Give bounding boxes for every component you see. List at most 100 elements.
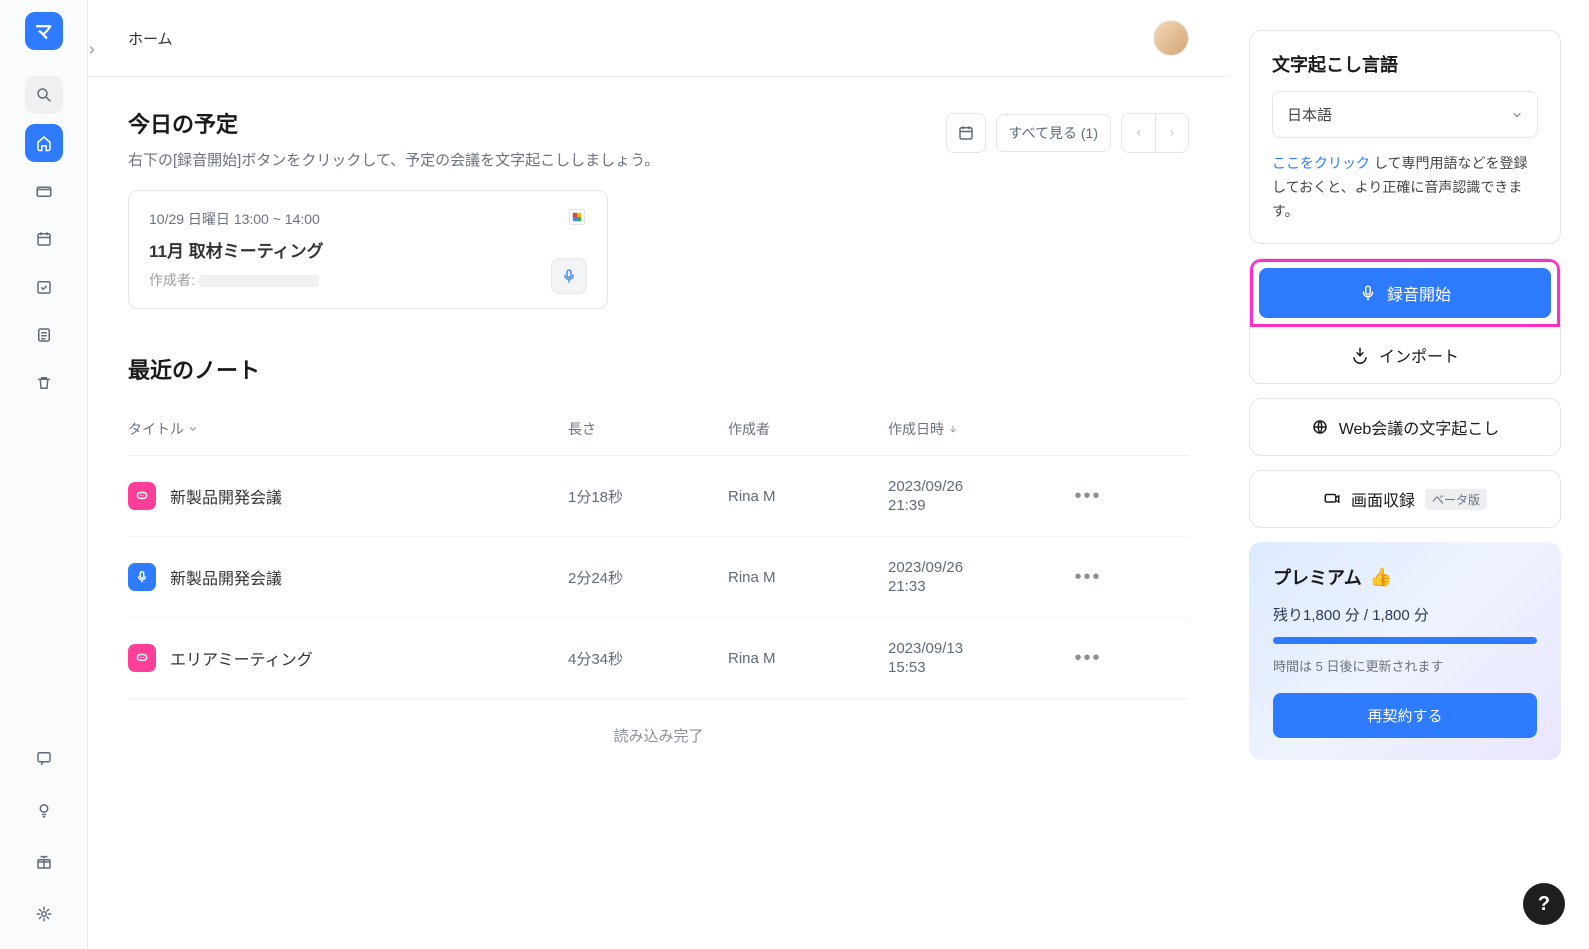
calendar-icon xyxy=(35,230,53,248)
today-subtitle: 右下の[録音開始]ボタンをクリックして、予定の会議を文字起こししましょう。 xyxy=(128,149,659,170)
note-length: 2分24秒 xyxy=(568,567,728,588)
language-select[interactable]: 日本語 xyxy=(1272,91,1538,138)
nav-gift[interactable] xyxy=(25,843,63,881)
language-selected: 日本語 xyxy=(1287,104,1332,125)
note-type-icon xyxy=(128,563,156,591)
home-icon xyxy=(35,134,53,152)
lang-panel: 文字起こし言語 日本語 ここをクリック して専門用語などを登録しておくと、より正… xyxy=(1249,30,1561,244)
sidebar: マ xyxy=(0,0,88,949)
col-length-header: 長さ xyxy=(568,419,728,439)
event-creator-value xyxy=(199,275,319,287)
note-time: 15:53 xyxy=(888,659,926,676)
web-meeting-card: Web会議の文字起こし xyxy=(1249,398,1561,456)
col-title-header[interactable]: タイトル xyxy=(128,419,568,439)
lang-panel-title: 文字起こし言語 xyxy=(1272,51,1538,77)
note-date: 2023/09/26 xyxy=(888,478,963,495)
chat-icon xyxy=(135,489,149,503)
premium-title: プレミアム 👍 xyxy=(1273,564,1537,590)
event-card[interactable]: 10/29 日曜日 13:00 ~ 14:00 11月 取材ミーティング 作成者… xyxy=(128,190,608,309)
event-record-button[interactable] xyxy=(551,258,587,294)
screen-capture-card: 画面収録 ベータ版 xyxy=(1249,470,1561,528)
web-meeting-icon xyxy=(1311,418,1329,436)
note-type-icon xyxy=(128,644,156,672)
nav-home[interactable] xyxy=(25,124,63,162)
note-author: Rina M xyxy=(728,488,888,505)
mic-icon xyxy=(1359,284,1377,302)
header: ホーム xyxy=(88,0,1229,77)
note-date: 2023/09/13 xyxy=(888,640,963,657)
table-row[interactable]: 新製品開発会議2分24秒Rina M2023/09/2621:33••• xyxy=(128,537,1189,618)
lang-hint-link[interactable]: ここをクリック xyxy=(1272,155,1370,171)
trash-icon xyxy=(35,374,53,392)
chevron-left-icon xyxy=(1134,128,1143,138)
col-created-header[interactable]: 作成日時 xyxy=(888,419,1068,439)
page-title: ホーム xyxy=(128,28,173,49)
nav-feedback[interactable] xyxy=(25,739,63,777)
import-button[interactable]: インポート xyxy=(1250,327,1560,383)
beta-badge: ベータ版 xyxy=(1425,489,1487,510)
col-author-header: 作成者 xyxy=(728,419,888,439)
note-author: Rina M xyxy=(728,569,888,586)
avatar[interactable] xyxy=(1153,20,1189,56)
chevron-right-icon xyxy=(1168,128,1176,138)
load-done-text: 読み込み完了 xyxy=(128,699,1189,772)
recent-title: 最近のノート xyxy=(128,353,1189,385)
row-menu-button[interactable]: ••• xyxy=(1068,485,1108,508)
chevron-down-icon xyxy=(1511,109,1523,121)
table-header: タイトル 長さ 作成者 作成日時 xyxy=(128,403,1189,456)
gear-icon xyxy=(35,905,53,923)
see-all-button[interactable]: すべて見る (1) xyxy=(996,114,1111,152)
record-button[interactable]: 録音開始 xyxy=(1259,268,1551,318)
nav-folder[interactable] xyxy=(25,172,63,210)
nav-calendar[interactable] xyxy=(25,220,63,258)
bulb-icon xyxy=(35,801,53,819)
screen-capture-button[interactable]: 画面収録 ベータ版 xyxy=(1250,471,1560,527)
shared-icon xyxy=(35,278,53,296)
row-menu-button[interactable]: ••• xyxy=(1068,647,1108,670)
next-day-button[interactable] xyxy=(1155,113,1189,153)
renew-button[interactable]: 再契約する xyxy=(1273,693,1537,738)
event-creator: 作成者: xyxy=(149,270,587,290)
note-type-icon xyxy=(128,482,156,510)
table-row[interactable]: エリアミーティング 4分34秒Rina M2023/09/13 15:53 ••• xyxy=(128,618,1189,699)
search-icon xyxy=(35,86,53,104)
premium-minutes: 残り1,800 分 / 1,800 分 xyxy=(1273,604,1537,625)
event-title: 11月 取材ミーティング xyxy=(149,237,587,262)
calendar-icon xyxy=(957,124,975,142)
mic-icon xyxy=(135,570,149,584)
chevron-right-icon xyxy=(86,44,98,56)
right-panel: 文字起こし言語 日本語 ここをクリック して専門用語などを登録しておくと、より正… xyxy=(1229,0,1589,949)
web-meeting-button[interactable]: Web会議の文字起こし xyxy=(1250,399,1560,455)
note-length: 1分18秒 xyxy=(568,486,728,507)
today-title: 今日の予定 xyxy=(128,107,659,139)
nav-shared[interactable] xyxy=(25,268,63,306)
prev-day-button[interactable] xyxy=(1121,113,1155,153)
mic-icon xyxy=(561,268,577,284)
note-date: 2023/09/26 xyxy=(888,559,963,576)
app-logo[interactable]: マ xyxy=(25,12,63,50)
note-title: 新製品開発会議 xyxy=(170,565,282,589)
help-fab[interactable]: ? xyxy=(1523,883,1565,925)
nav-help[interactable] xyxy=(25,791,63,829)
search-button[interactable] xyxy=(25,76,63,114)
gift-icon xyxy=(35,853,53,871)
event-time: 10/29 日曜日 13:00 ~ 14:00 xyxy=(149,209,587,229)
screen-capture-icon xyxy=(1323,490,1341,508)
note-icon xyxy=(35,326,53,344)
google-calendar-icon xyxy=(567,207,587,227)
row-menu-button[interactable]: ••• xyxy=(1068,566,1108,589)
table-row[interactable]: 新製品開発会議1分18秒Rina M2023/09/2621:39••• xyxy=(128,456,1189,537)
calendar-button[interactable] xyxy=(946,113,986,153)
premium-progress xyxy=(1273,637,1537,644)
nav-notes[interactable] xyxy=(25,316,63,354)
note-author: Rina M xyxy=(728,650,888,667)
nav-settings[interactable] xyxy=(25,895,63,933)
note-title: エリアミーティング xyxy=(170,646,313,670)
expand-sidebar-button[interactable] xyxy=(80,38,104,62)
event-creator-label: 作成者: xyxy=(149,272,195,288)
arrow-down-icon xyxy=(948,424,958,434)
note-time: 21:39 xyxy=(888,497,926,514)
lang-hint: ここをクリック して専門用語などを登録しておくと、より正確に音声認識できます。 xyxy=(1272,152,1538,223)
note-length: 4分34秒 xyxy=(568,648,728,669)
nav-trash[interactable] xyxy=(25,364,63,402)
